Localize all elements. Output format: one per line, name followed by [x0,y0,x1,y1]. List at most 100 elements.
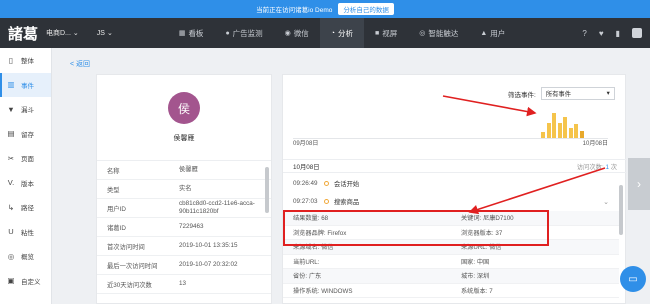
sidebar-item-overall[interactable]: ▯ 整体 [0,48,51,73]
banner-text: 当前正在访问诸葛io Demo [256,7,333,14]
analysis-sidebar: ▯ 整体 ▥ 事件 ▼ 漏斗 ▤ 留存 ✂ 页面 V. 版本 ↳ 路径 U 粘性 ◎ 概览 ▣ 自定义 [0,48,52,304]
tab-dashboard[interactable]: ▦ 看板 [168,18,215,48]
attribute-key: 首次访问时间 [107,243,145,251]
attribute-row: 首次访问时间 2019-10-01 13:35:15 [97,237,271,256]
tab-label: 智能触达 [428,28,459,38]
date-end-label: 10月08日 [582,141,608,147]
tab-label: 看板 [188,28,204,38]
sidebar-item-funnel[interactable]: ▼ 漏斗 [0,97,51,122]
tab-user[interactable]: ▲ 用户 [469,18,516,48]
page-icon: ✂ [7,153,15,163]
detail-cell: 国家: 中国 [461,258,490,266]
platform-selector[interactable]: JS ⌄ [96,29,113,38]
event-row[interactable]: 09:27:03 搜索商品 ⌄ [283,193,627,210]
retention-icon: ▤ [7,129,15,139]
profile-header: 侯 侯馨雁 [97,75,271,161]
next-arrow-button[interactable]: › [628,158,650,210]
tab-ad[interactable]: ● 广告监测 [214,18,273,48]
event-filter-select[interactable]: 所有事件 ▾ [540,87,615,100]
help-icon[interactable]: ? [582,29,586,38]
project-selector[interactable]: 电商D... ⌄ [46,28,79,38]
attribute-key: 名称 [107,167,120,175]
sidebar-item-label: 页面 [21,156,34,164]
visit-count-unit: 次 [610,163,617,171]
activity-bar [557,122,562,138]
activity-bar [568,128,573,138]
tab-video[interactable]: ■ 视屏 [364,18,408,48]
visit-count-label: 访问次数: [576,163,604,171]
back-link[interactable]: < 返回 [70,59,90,69]
dashboard-icon: ▦ [178,30,186,37]
chat-icon[interactable]: ▭ [620,266,646,292]
overall-icon: ▯ [8,55,14,65]
visit-count: 访问次数: 1 次 [577,162,617,171]
attribute-key: 诸葛ID [107,224,126,232]
attribute-key: 类型 [107,186,120,194]
user-profile-card: 侯 侯馨雁 名称 侯馨雁 类型 实名 用户ID cb81c8d0-ccd2-11e6-ac… [96,74,272,304]
activity-chart: 09月08日 10月08日 [293,107,608,147]
day-date: 10月08日 [293,163,320,171]
event-name: 会话开始 [334,181,360,188]
detail-cell: 省份: 广东 [293,273,322,281]
notification-icon[interactable]: ▮ [616,29,620,38]
tab-wechat[interactable]: ◉ 微信 [274,18,320,48]
top-navigation: 諸葛 电商D... ⌄ JS ⌄ ▦ 看板 ● 广告监测 ◉ 微信 ◔ 分析 ■ 视屏 ◎ 智能触达 ▲… [0,18,650,48]
chevron-down-icon: ⌄ [72,30,79,37]
tab-analysis[interactable]: ◔ 分析 [319,18,365,48]
event-filter: 筛选事件: 所有事件 ▾ [508,87,615,100]
attribute-value: 2019-10-01 13:35:15 [179,242,238,249]
path-icon: ↳ [7,202,15,212]
sidebar-item-retention[interactable]: ▤ 留存 [0,122,51,147]
attribute-value: cb81c8d0-ccd2-11e6-acca-90b11c1820bf [179,200,255,215]
favorite-icon[interactable]: ♥ [599,29,604,38]
event-row[interactable]: 09:26:49 会话开始 [283,175,627,192]
caret-down-icon: ▾ [606,90,610,97]
sidebar-item-label: 事件 [21,82,34,90]
wechat-icon: ◉ [284,30,291,37]
avatar: 侯 [168,92,200,124]
avatar[interactable] [632,28,642,38]
sidebar-item-page[interactable]: ✂ 页面 [0,146,51,171]
detail-row: 操作系统: WINDOWS 系统版本: 7 [283,284,619,298]
day-header: 10月08日 访问次数: 1 次 [283,159,627,173]
detail-cell: 操作系统: WINDOWS [293,287,353,295]
stickiness-icon: U [8,227,14,237]
chevron-down-icon[interactable]: ⌄ [603,198,609,206]
visit-count-value: 1 [605,163,609,171]
sidebar-item-stickiness[interactable]: U 粘性 [0,220,51,245]
sidebar-item-path[interactable]: ↳ 路径 [0,195,51,220]
scrollbar[interactable] [619,185,623,235]
sidebar-item-label: 留存 [21,131,34,139]
user-icon: ▲ [480,29,488,37]
activity-bar [546,122,551,138]
sidebar-item-label: 漏斗 [21,107,34,115]
reach-icon: ◎ [419,30,426,37]
sidebar-item-event[interactable]: ▥ 事件 [0,72,51,97]
event-icon: ▥ [7,80,15,90]
event-dot-icon [324,181,329,186]
activity-bar [541,132,545,138]
sidebar-item-version[interactable]: V. 版本 [0,171,51,196]
attribute-row: 类型 实名 [97,180,271,199]
platform-name: JS [96,29,105,37]
date-start-label: 09月08日 [293,141,319,147]
scrollbar[interactable] [265,167,269,213]
sidebar-item-label: 概览 [21,254,34,262]
attribute-value: 13 [179,280,187,287]
tab-label: 广告监测 [232,28,263,38]
ad-icon: ● [225,29,230,37]
sidebar-item-custom[interactable]: ▣ 自定义 [0,269,51,294]
sidebar-item-label: 粘性 [21,229,34,237]
analyze-own-data-button[interactable]: 分析自己的数据 [338,3,394,15]
sidebar-item-overview[interactable]: ◎ 概览 [0,244,51,269]
tab-reach[interactable]: ◎ 智能触达 [408,18,469,48]
sidebar-item-label: 整体 [21,58,34,66]
tab-label: 微信 [293,28,309,38]
version-icon: V. [7,178,15,188]
video-icon: ■ [375,29,380,37]
attribute-row: 名称 侯馨雁 [97,161,271,180]
detail-cell: 系统版本: 7 [461,287,493,295]
event-timeline-panel: 筛选事件: 所有事件 ▾ 09月08日 10月08日 10月08日 访问次数: … [282,74,627,304]
attribute-key: 最后一次访问时间 [107,262,158,270]
filter-value: 所有事件 [545,91,571,98]
